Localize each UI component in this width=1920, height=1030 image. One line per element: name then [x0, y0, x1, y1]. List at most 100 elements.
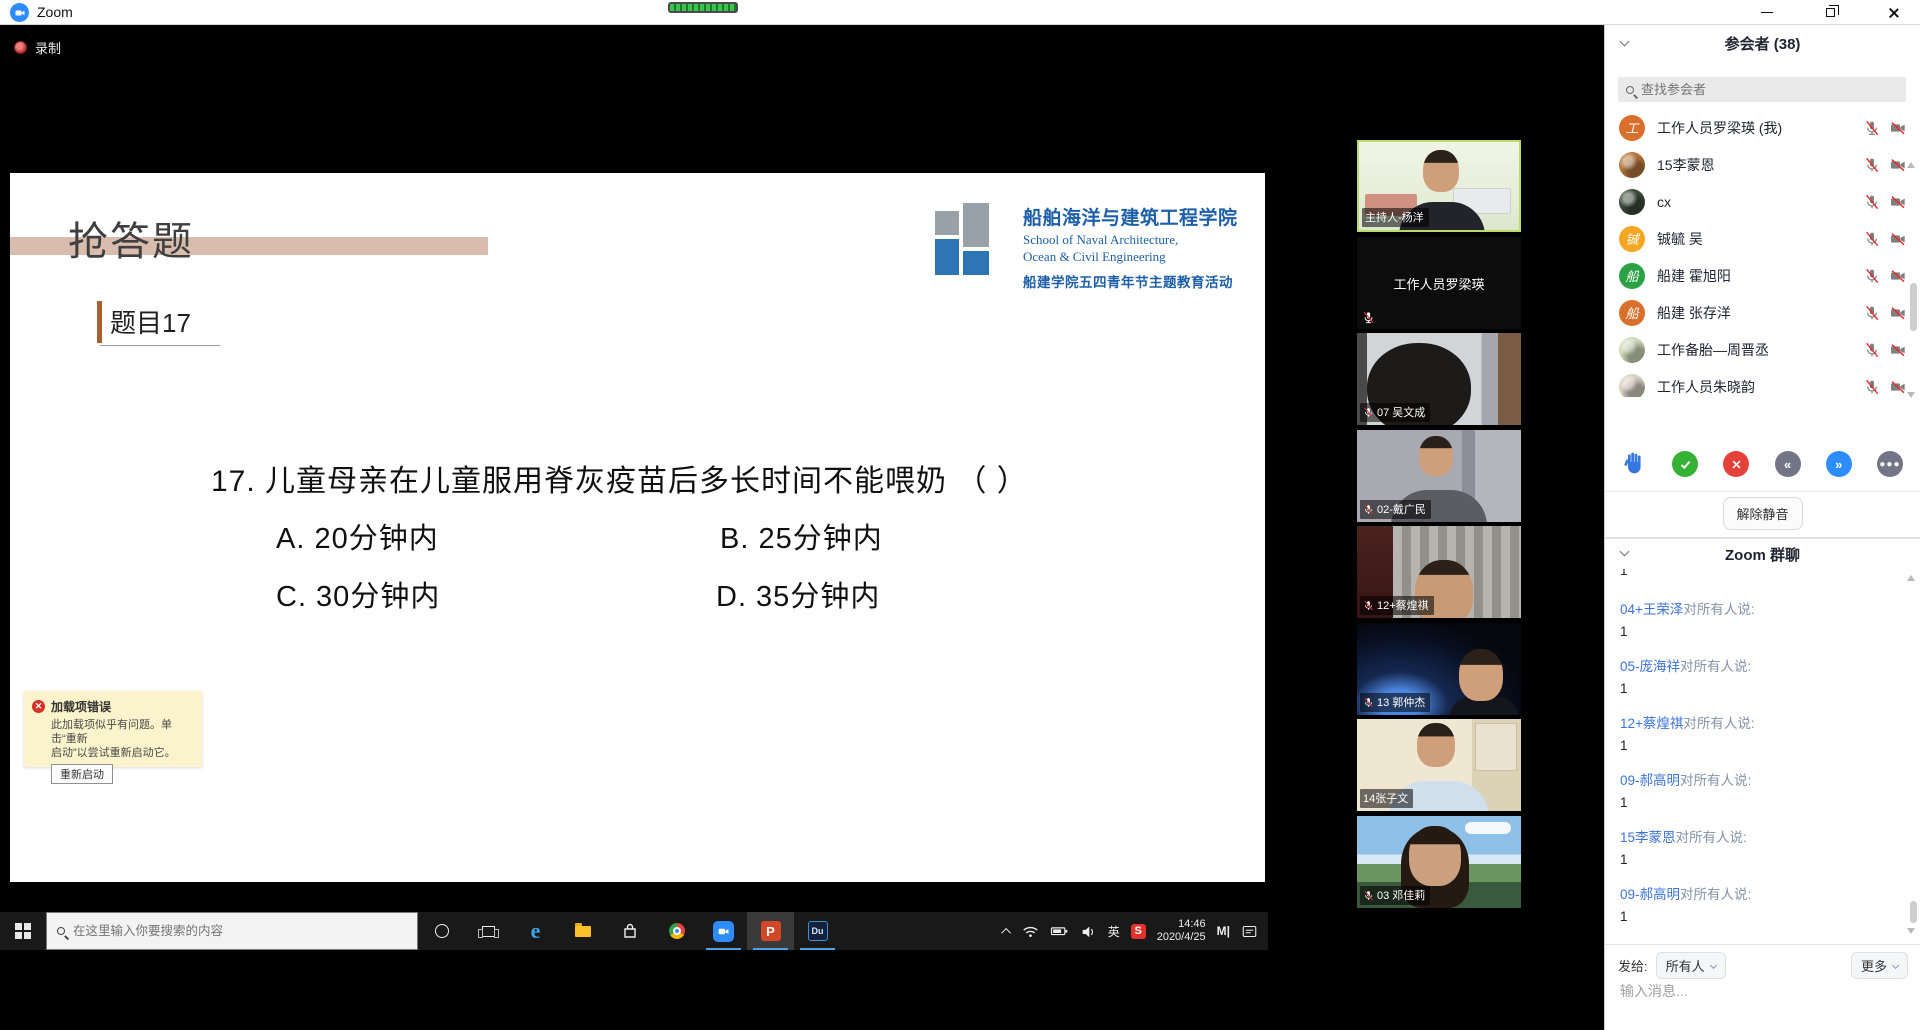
- camera-muted-icon: [1890, 305, 1906, 321]
- camera-muted-icon: [1890, 157, 1906, 173]
- participant-row[interactable]: 船 船建 张存洋: [1605, 294, 1920, 331]
- tray-expand-button[interactable]: [1004, 928, 1011, 935]
- restart-addin-button[interactable]: 重新启动: [51, 764, 113, 784]
- participant-row[interactable]: cx: [1605, 183, 1920, 220]
- send-to-dropdown[interactable]: 所有人: [1656, 952, 1726, 979]
- participant-row[interactable]: 15李蒙恩: [1605, 146, 1920, 183]
- no-button[interactable]: [1723, 451, 1749, 477]
- start-button[interactable]: [0, 912, 46, 950]
- scrollbar-down-arrow[interactable]: [1907, 392, 1915, 398]
- avatar-letter: 船: [1625, 303, 1638, 322]
- taskbar-search[interactable]: [46, 912, 418, 950]
- volume-button[interactable]: [1080, 924, 1097, 939]
- participant-name: 13 郭仲杰: [1377, 694, 1425, 710]
- yes-button[interactable]: [1672, 451, 1698, 477]
- shared-screen-slide: 抢答题 题目17 17. 儿童母亲在儿童服用脊灰疫苗后多长时间不能喂奶 （ ） …: [10, 173, 1265, 882]
- option-b: B. 25分钟内: [720, 515, 883, 557]
- taskbar: e P Du 英 S 14:46 2020/4/25 M|: [0, 912, 1268, 950]
- battery-button[interactable]: [1050, 923, 1069, 939]
- participant-row[interactable]: 工作人员朱晓韵: [1605, 368, 1920, 397]
- mic-muted-icon: [1363, 407, 1374, 418]
- restore-button[interactable]: [1813, 0, 1847, 25]
- action-center-button[interactable]: [1241, 924, 1258, 939]
- unmute-button[interactable]: 解除静音: [1722, 497, 1802, 530]
- video-tile[interactable]: 工作人员罗梁瑛: [1357, 237, 1521, 329]
- participant-status-icons: [1864, 194, 1906, 210]
- zoom-app-button[interactable]: [700, 912, 747, 950]
- store-icon: [621, 922, 639, 940]
- taskbar-search-input[interactable]: [73, 924, 373, 938]
- du-app-button[interactable]: Du: [794, 912, 841, 950]
- video-tile[interactable]: 12+蔡煌祺: [1357, 526, 1521, 618]
- sogou-icon[interactable]: S: [1131, 924, 1146, 939]
- go-slower-button[interactable]: «: [1775, 451, 1801, 477]
- error-icon: ✕: [32, 700, 45, 713]
- video-tile[interactable]: 13 郭仲杰: [1357, 623, 1521, 715]
- participant-name: 铖毓 吴: [1657, 229, 1864, 249]
- chevron-up-icon: [1001, 927, 1011, 937]
- video-tile[interactable]: 02-戴广民: [1357, 430, 1521, 522]
- video-tile[interactable]: 14张子文: [1357, 719, 1521, 811]
- minimize-button[interactable]: [1750, 0, 1784, 25]
- more-label: 更多: [1861, 956, 1887, 975]
- chat-input-wrap: [1620, 983, 1900, 1001]
- video-tile-host[interactable]: 主持人-杨洋: [1357, 140, 1521, 232]
- logo-block-blue-1: [935, 239, 959, 275]
- chevron-down-icon: [1892, 962, 1899, 969]
- participant-status-icons: [1864, 342, 1906, 358]
- task-view-button[interactable]: [465, 912, 512, 950]
- scrollbar-thumb[interactable]: [1910, 283, 1917, 331]
- participant-row[interactable]: 工作备胎—周晋丞: [1605, 331, 1920, 368]
- record-dot-icon: [14, 41, 27, 54]
- participant-search[interactable]: [1618, 77, 1906, 102]
- participant-search-input[interactable]: [1641, 82, 1871, 97]
- go-faster-button[interactable]: »: [1826, 451, 1852, 477]
- slide-header: 抢答题: [68, 209, 194, 267]
- scrollbar-up-arrow[interactable]: [1907, 162, 1915, 168]
- more-actions-button[interactable]: ●●●: [1877, 451, 1903, 477]
- more-dropdown[interactable]: 更多: [1851, 952, 1908, 979]
- chrome-button[interactable]: [653, 912, 700, 950]
- system-tray: 英 S 14:46 2020/4/25 M|: [1004, 918, 1268, 944]
- chat-scrollbar-down-arrow[interactable]: [1907, 928, 1915, 934]
- cortana-button[interactable]: [418, 912, 465, 950]
- chat-message-header: 05-庞海祥对所有人说:: [1620, 655, 1892, 675]
- chat-suffix: 对所有人说:: [1676, 830, 1747, 845]
- edge-button[interactable]: e: [512, 912, 559, 950]
- send-to-label: 发给:: [1618, 956, 1648, 975]
- background-cloud: [1465, 822, 1511, 834]
- battery-icon: [1050, 923, 1069, 939]
- chat-message-text: 1: [1620, 681, 1892, 696]
- chat-scrollbar-thumb[interactable]: [1910, 901, 1917, 923]
- mic-muted-icon: [1864, 157, 1880, 173]
- chat-message-input[interactable]: [1620, 983, 1900, 999]
- video-tile[interactable]: 07 吴文成: [1357, 333, 1521, 425]
- participant-row[interactable]: 铖 铖毓 吴: [1605, 220, 1920, 257]
- ime-mode-indicator[interactable]: M|: [1217, 924, 1230, 938]
- windows-logo-icon: [15, 923, 31, 939]
- participant-row[interactable]: 船 船建 霍旭阳: [1605, 257, 1920, 294]
- raise-hand-button[interactable]: [1623, 450, 1647, 479]
- participant-name: 03 邓佳莉: [1377, 887, 1425, 903]
- avatar: [1619, 337, 1645, 363]
- taskbar-clock[interactable]: 14:46 2020/4/25: [1157, 918, 1206, 944]
- powerpoint-button[interactable]: P: [747, 912, 794, 950]
- mic-muted-icon: [1363, 890, 1374, 901]
- participant-name: 15李蒙恩: [1657, 155, 1864, 175]
- network-button[interactable]: [1022, 924, 1039, 938]
- send-to-value: 所有人: [1666, 956, 1705, 975]
- participant-row[interactable]: 工 工作人员罗梁瑛 (我): [1605, 109, 1920, 146]
- chat-scrollbar-up-arrow[interactable]: [1907, 575, 1915, 581]
- addin-error-line2: 启动”以尝试重新启动它。: [51, 747, 176, 759]
- participant-name: 02-戴广民: [1377, 501, 1426, 517]
- store-button[interactable]: [606, 912, 653, 950]
- chat-suffix: 对所有人说:: [1683, 716, 1754, 731]
- question-label: 题目17: [110, 303, 191, 340]
- file-explorer-button[interactable]: [559, 912, 606, 950]
- close-button[interactable]: [1876, 0, 1910, 25]
- action-center-icon: [1241, 924, 1258, 939]
- video-tile[interactable]: 03 邓佳莉: [1357, 816, 1521, 908]
- mic-muted-icon: [1864, 342, 1880, 358]
- ime-indicator[interactable]: 英: [1108, 923, 1120, 940]
- clipped-message: 1: [1620, 569, 1892, 582]
